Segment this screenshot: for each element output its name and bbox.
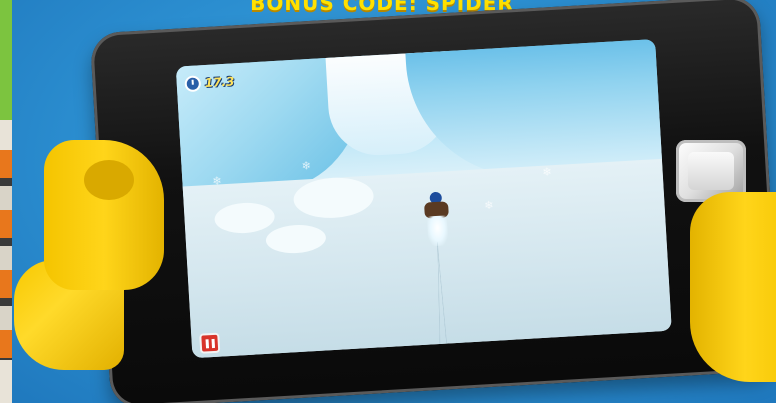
left-edge-band — [0, 150, 12, 360]
ski-tracks — [422, 241, 459, 353]
lego-hand-left — [14, 140, 174, 370]
player-character — [421, 191, 452, 247]
lego-grip-left — [44, 140, 164, 290]
hud-timer: 17.3 — [184, 71, 235, 94]
snowflake-icon: ❄ — [212, 174, 223, 188]
pause-icon — [210, 338, 215, 348]
illustration-page: BONUS CODE: SPIDER ❄ ❄ ❄ ❄ 17.3 — [0, 0, 776, 403]
snowflake-icon: ❄ — [301, 159, 312, 173]
pause-icon — [205, 338, 209, 348]
snowflake-icon: ❄ — [483, 198, 494, 213]
lego-grip-right — [690, 192, 776, 382]
tablet-device: ❄ ❄ ❄ ❄ 17.3 — [89, 0, 776, 403]
timer-value: 17.3 — [204, 74, 235, 91]
game-screen[interactable]: ❄ ❄ ❄ ❄ 17.3 — [175, 39, 672, 359]
left-edge-strip — [0, 0, 12, 403]
stopwatch-icon — [184, 75, 202, 93]
lego-hand-right — [680, 192, 776, 402]
lego-knob-cap — [688, 152, 734, 190]
boost-glow — [426, 215, 449, 247]
snowflake-icon: ❄ — [542, 165, 553, 179]
pause-button[interactable] — [199, 332, 221, 354]
